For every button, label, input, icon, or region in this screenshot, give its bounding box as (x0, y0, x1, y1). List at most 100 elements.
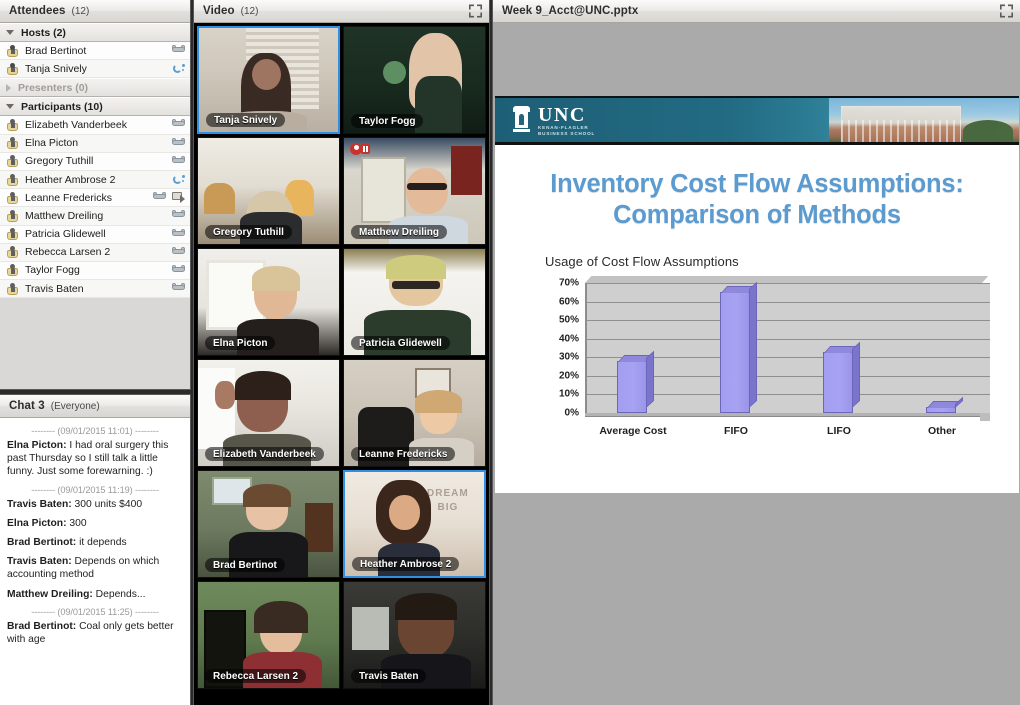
video-tile-name: Elna Picton (205, 336, 276, 350)
phone-icon[interactable] (172, 246, 185, 258)
attendee-row-participant-6[interactable]: Patricia Glidewell (0, 225, 190, 244)
video-tile-1[interactable]: Taylor Fogg (343, 26, 486, 134)
user-icon (7, 228, 18, 241)
maximize-icon[interactable] (469, 4, 482, 18)
video-tile-9[interactable]: DREAM BIG Heather Ambrose 2 (343, 470, 486, 578)
attendee-name: Travis Baten (25, 282, 84, 295)
chart-plot-area (585, 281, 990, 413)
attendees-pod-header: Attendees (12) (0, 0, 190, 23)
screen-share-icon[interactable] (172, 192, 185, 204)
attendee-row-participant-5[interactable]: Matthew Dreiling (0, 207, 190, 226)
chat-message-list[interactable]: -------- (09/01/2015 11:01) -------- Eln… (0, 418, 190, 705)
attendees-group-hosts[interactable]: Hosts (2) (0, 23, 190, 42)
user-icon (7, 137, 18, 150)
attendee-row-participant-8[interactable]: Taylor Fogg (0, 261, 190, 281)
chart-bar-1 (720, 281, 757, 413)
chat-message: Elna Picton: I had oral surgery this pas… (7, 439, 183, 479)
video-tile-name: Patricia Glidewell (351, 336, 450, 350)
phone-icon[interactable] (172, 283, 185, 294)
x-tick-label: Other (927, 425, 957, 437)
attendee-row-participant-7[interactable]: Rebecca Larsen 2 (0, 243, 190, 262)
attendee-name: Patricia Glidewell (25, 228, 106, 241)
slide-title: Inventory Cost Flow Assumptions: Compari… (495, 169, 1019, 231)
chat-author: Brad Bertinot: (7, 537, 77, 549)
user-icon (7, 155, 18, 168)
y-tick-label: 10% (558, 388, 579, 400)
unc-sub-line2: BUSINESS SCHOOL (538, 131, 596, 136)
video-tile-5[interactable]: Patricia Glidewell (343, 248, 486, 356)
attendee-name: Matthew Dreiling (25, 209, 104, 222)
video-tile-name: Rebecca Larsen 2 (205, 669, 307, 683)
slide-banner: UNC KENAN-FLAGLER BUSINESS SCHOOL (495, 96, 1019, 145)
attendees-group-participants-label: Participants (10) (21, 100, 103, 113)
video-tile-name: Leanne Fredericks (351, 447, 456, 461)
video-tile-name: Travis Baten (351, 669, 427, 683)
attendee-row-participant-4[interactable]: Leanne Fredericks (0, 189, 190, 208)
chat-pod-header: Chat 3 (Everyone) (0, 395, 190, 418)
chat-message: Travis Baten: Depends on which accountin… (7, 555, 183, 581)
chat-text: Depends... (92, 588, 146, 600)
phone-icon[interactable] (172, 45, 185, 56)
video-tile-2[interactable]: Gregory Tuthill (197, 137, 340, 245)
attendee-status-icons (172, 171, 185, 188)
chart-3d-top (585, 276, 989, 283)
attendee-row-participant-3[interactable]: Heather Ambrose 2 (0, 170, 190, 190)
phone-handset-active-icon[interactable] (172, 63, 185, 75)
chat-author: Matthew Dreiling: (7, 588, 93, 600)
chat-message: Brad Bertinot: Coal only gets better wit… (7, 620, 183, 646)
microphone-muted-icon (350, 143, 370, 156)
attendee-name: Gregory Tuthill (25, 155, 94, 168)
video-tile-8[interactable]: Brad Bertinot (197, 470, 340, 578)
user-icon (7, 173, 18, 186)
phone-icon[interactable] (153, 192, 166, 203)
video-tile-7[interactable]: Leanne Fredericks (343, 359, 486, 467)
attendee-status-icons (172, 280, 185, 297)
video-tile-6[interactable]: Elizabeth Vanderbeek (197, 359, 340, 467)
video-tile-3[interactable]: Matthew Dreiling (343, 137, 486, 245)
chat-author: Brad Bertinot: (7, 620, 77, 632)
attendee-row-host-1[interactable]: Tanja Snively (0, 60, 190, 79)
phone-icon[interactable] (172, 210, 185, 221)
attendees-title: Attendees (9, 5, 66, 17)
share-pod-header: Week 9_Acct@UNC.pptx (493, 0, 1020, 23)
y-tick-label: 30% (558, 351, 579, 363)
attendee-row-host-0[interactable]: Brad Bertinot (0, 42, 190, 61)
chart-bar-2 (823, 341, 860, 413)
video-tile-11[interactable]: Travis Baten (343, 581, 486, 689)
video-tile-4[interactable]: Elna Picton (197, 248, 340, 356)
phone-icon[interactable] (172, 264, 185, 276)
phone-handset-active-icon[interactable] (172, 174, 185, 186)
chevron-down-icon (6, 104, 14, 110)
attendee-row-participant-2[interactable]: Gregory Tuthill (0, 152, 190, 171)
chat-text: 300 units $400 (71, 498, 143, 510)
video-tile-name: Elizabeth Vanderbeek (205, 447, 324, 461)
attendee-status-icons (172, 135, 185, 152)
chevron-down-icon (6, 30, 14, 35)
video-pod: Video (12) Tanja Snively Taylor Fogg Gre… (193, 0, 490, 705)
user-icon (7, 191, 18, 204)
video-tile-0[interactable]: Tanja Snively (197, 26, 340, 134)
phone-icon[interactable] (172, 137, 185, 149)
phone-icon[interactable] (172, 155, 185, 167)
attendee-row-participant-1[interactable]: Elna Picton (0, 134, 190, 153)
phone-icon[interactable] (172, 228, 185, 240)
attendee-name: Brad Bertinot (25, 44, 87, 57)
user-icon (7, 118, 18, 131)
chat-author: Elna Picton: (7, 517, 67, 529)
attendee-status-icons (172, 153, 185, 170)
phone-icon[interactable] (172, 119, 185, 130)
attendee-row-participant-9[interactable]: Travis Baten (0, 280, 190, 299)
video-tile-10[interactable]: Rebecca Larsen 2 (197, 581, 340, 689)
y-tick-label: 60% (558, 296, 579, 308)
user-icon (7, 209, 18, 222)
maximize-icon[interactable] (1000, 4, 1013, 18)
attendee-row-participant-0[interactable]: Elizabeth Vanderbeek (0, 116, 190, 135)
y-tick-label: 40% (558, 333, 579, 345)
attendees-group-participants[interactable]: Participants (10) (0, 97, 190, 117)
video-tile-name: Heather Ambrose 2 (352, 557, 460, 571)
video-grid: Tanja Snively Taylor Fogg Gregory Tuthil… (197, 26, 486, 689)
y-tick-label: 50% (558, 314, 579, 326)
video-tile-name: Tanja Snively (206, 113, 286, 127)
attendees-group-presenters[interactable]: Presenters (0) (0, 78, 190, 98)
video-count: (12) (240, 5, 259, 17)
